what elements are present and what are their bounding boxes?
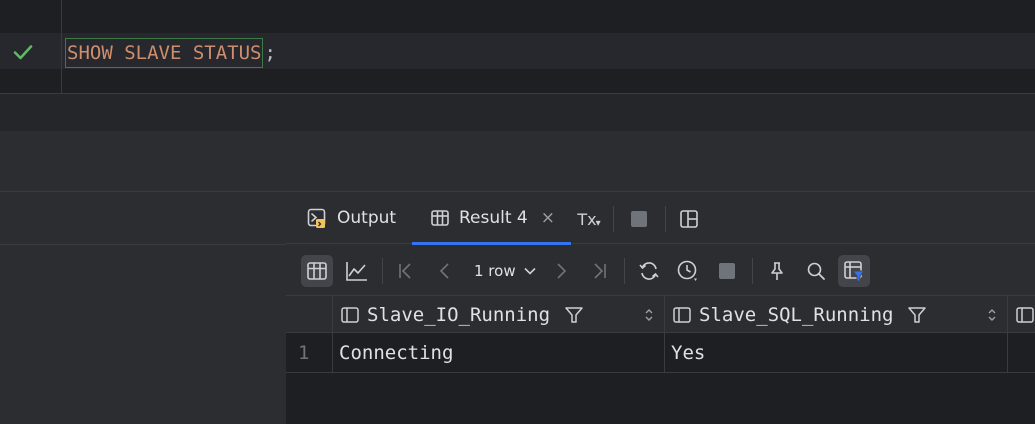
column-header-partial[interactable] [1008, 296, 1035, 333]
chevron-right-icon [557, 263, 567, 279]
row-number-header [286, 296, 333, 334]
grid-header: Slave_IO_Running Slave_SQL_Running [286, 295, 1035, 334]
column-filter-icon [844, 261, 866, 282]
tab-separator [613, 206, 614, 232]
tx-label: Tx [577, 209, 597, 229]
search-button[interactable] [800, 255, 832, 287]
tab-result-4[interactable]: Result 4 × [412, 192, 571, 245]
table-icon [307, 262, 327, 280]
toolbar-separator [382, 258, 383, 284]
results-toolbar: 1 row [286, 245, 1035, 295]
column-icon [1016, 306, 1034, 323]
stop-icon [631, 211, 647, 227]
chart-view-button[interactable] [341, 255, 373, 287]
sort-icon[interactable] [644, 308, 654, 322]
output-console-icon [307, 208, 326, 228]
filter-icon[interactable] [907, 305, 927, 325]
column-icon [673, 306, 691, 323]
search-icon [807, 262, 825, 280]
next-page-button[interactable] [545, 255, 577, 287]
tab-output-label: Output [337, 208, 397, 228]
chevron-left-icon [439, 263, 449, 279]
table-cell[interactable]: Yes [665, 333, 1008, 373]
first-page-button[interactable] [390, 255, 422, 287]
services-tree-pane [0, 191, 286, 424]
empty-panel [0, 131, 1035, 191]
filter-icon[interactable] [564, 305, 584, 325]
sql-terminator: ; [264, 41, 276, 64]
transaction-tx-button[interactable]: Tx ▾ [576, 206, 602, 232]
row-number: 1 [286, 333, 333, 373]
chevron-down-icon [524, 267, 536, 275]
clock-icon [677, 260, 697, 281]
cancel-query-button[interactable] [711, 255, 743, 287]
layout-icon [680, 210, 698, 228]
table-row[interactable]: 1 Connecting Yes [286, 333, 1035, 373]
column-title: Slave_SQL_Running [699, 303, 894, 326]
refresh-icon [639, 262, 659, 280]
row-count-label: 1 row [474, 262, 516, 280]
layout-button[interactable] [676, 206, 702, 232]
editor-scroll-area [0, 94, 1035, 131]
reload-button[interactable] [633, 255, 665, 287]
tab-separator [665, 206, 666, 232]
grid-view-button[interactable] [301, 255, 333, 287]
tab-output[interactable]: Output [306, 192, 396, 244]
sql-statement[interactable]: SHOW SLAVE STATUS [65, 37, 264, 68]
column-title: Slave_IO_Running [367, 303, 551, 326]
results-pane: Output Result 4 × Tx ▾ 1 row Slave_IO_Ru… [286, 191, 1035, 424]
stop-tab-button[interactable] [626, 206, 652, 232]
auto-refresh-button[interactable] [672, 255, 704, 287]
chart-icon [346, 262, 367, 281]
tx-chevron-icon: ▾ [595, 217, 601, 229]
sql-statement-line[interactable]: SHOW SLAVE STATUS; [65, 36, 276, 69]
table-cell[interactable]: Connecting [333, 333, 665, 373]
last-page-button[interactable] [583, 255, 615, 287]
column-header[interactable]: Slave_IO_Running [333, 296, 665, 333]
last-page-icon [594, 263, 606, 279]
previous-page-button[interactable] [429, 255, 461, 287]
column-icon [341, 306, 359, 323]
pin-tab-button[interactable] [761, 255, 793, 287]
tabline-divider [0, 244, 286, 245]
filter-panel-toggle[interactable] [838, 255, 870, 287]
tab-result-label: Result 4 [459, 208, 528, 228]
toolbar-separator [752, 258, 753, 284]
sort-icon[interactable] [987, 308, 997, 322]
column-header[interactable]: Slave_SQL_Running [665, 296, 1008, 333]
results-tab-bar: Output Result 4 × Tx ▾ [286, 192, 1035, 245]
toolbar-separator [624, 258, 625, 284]
pin-icon [771, 262, 783, 280]
table-icon [431, 210, 449, 226]
page-size-dropdown[interactable]: 1 row [474, 255, 537, 287]
first-page-icon [399, 263, 411, 279]
sql-editor[interactable]: SHOW SLAVE STATUS; [0, 0, 1035, 93]
close-icon[interactable]: × [541, 208, 555, 228]
check-icon [13, 45, 33, 60]
results-grid[interactable]: Slave_IO_Running Slave_SQL_Running 1 Con… [286, 295, 1035, 424]
stop-icon [719, 263, 735, 279]
